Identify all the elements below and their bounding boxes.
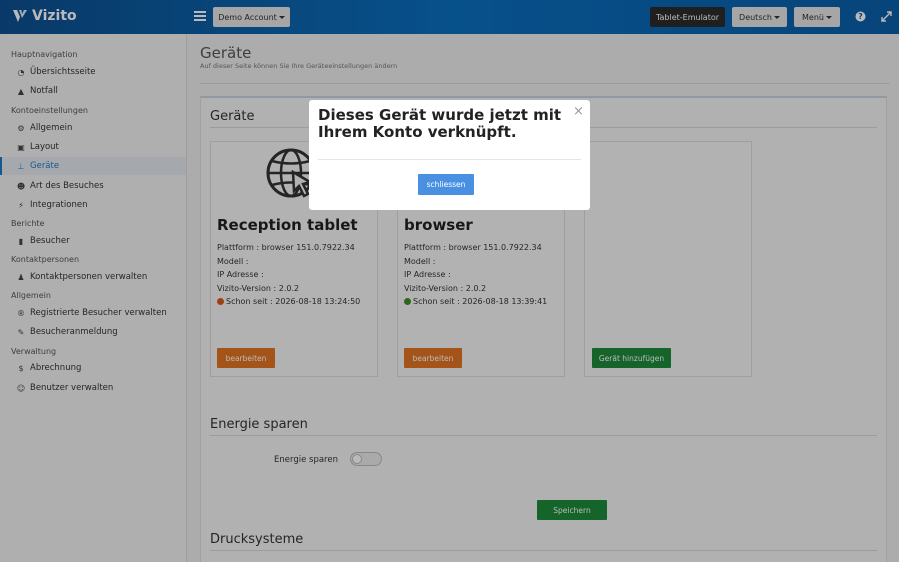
modal-title: Dieses Gerät wurde jetzt mit Ihrem Konto… <box>318 106 562 142</box>
device-linked-modal: Dieses Gerät wurde jetzt mit Ihrem Konto… <box>309 100 590 210</box>
close-icon[interactable]: × <box>573 104 584 119</box>
modal-close-button[interactable]: schliessen <box>418 174 474 195</box>
divider <box>318 159 581 160</box>
modal-backdrop[interactable] <box>0 0 899 562</box>
